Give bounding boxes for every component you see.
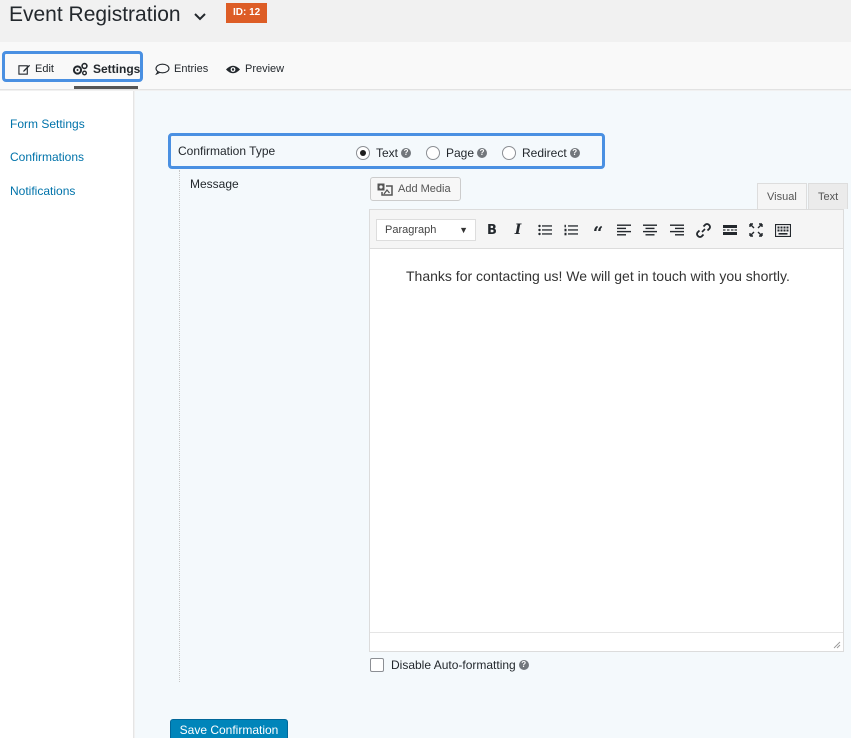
radio-text[interactable]: Text ?	[356, 146, 412, 160]
message-editor[interactable]: Paragraph ▼ B I “ Thanks for contacting …	[369, 209, 844, 652]
bold-icon[interactable]: B	[482, 220, 502, 240]
blockquote-icon[interactable]: “	[588, 220, 608, 244]
disable-autoformat-checkbox[interactable]	[370, 658, 384, 672]
eye-icon	[226, 65, 240, 73]
settings-sidebar: Form Settings Confirmations Notification…	[0, 91, 134, 738]
read-more-icon[interactable]	[720, 220, 740, 240]
media-icon	[377, 183, 393, 196]
add-media-label: Add Media	[398, 183, 451, 195]
radio-redirect-label: Redirect	[522, 146, 567, 160]
comment-icon	[155, 63, 170, 75]
radio-text-label: Text	[376, 146, 399, 160]
sidebar-item-form-settings[interactable]: Form Settings	[10, 117, 85, 131]
message-content[interactable]: Thanks for contacting us! We will get in…	[406, 265, 796, 288]
format-select-value: Paragraph	[385, 224, 437, 236]
tab-text[interactable]: Text	[808, 183, 849, 209]
editor-status-bar	[370, 632, 843, 651]
disable-autoformat-row: Disable Auto-formatting ?	[370, 658, 529, 672]
help-icon[interactable]: ?	[518, 660, 529, 670]
align-left-icon[interactable]	[614, 220, 634, 240]
add-media-button[interactable]: Add Media	[370, 177, 461, 201]
numbered-list-icon[interactable]	[561, 220, 581, 240]
radio-redirect-control[interactable]	[502, 146, 516, 160]
confirmations-highlight	[2, 51, 143, 82]
link-icon[interactable]	[693, 220, 713, 240]
caret-down-icon: ▼	[459, 225, 468, 235]
tab-entries-label: Entries	[174, 63, 209, 75]
help-icon[interactable]: ?	[477, 148, 488, 158]
tab-preview[interactable]: Preview	[225, 59, 284, 79]
save-confirmation-button[interactable]: Save Confirmation	[170, 719, 288, 738]
align-center-icon[interactable]	[640, 220, 660, 240]
bullet-list-icon[interactable]	[535, 220, 555, 240]
sidebar-item-confirmations[interactable]: Confirmations	[10, 150, 84, 164]
radio-page-label: Page	[446, 146, 475, 160]
form-title: Event Registration	[9, 3, 181, 26]
radio-text-control[interactable]	[356, 146, 370, 160]
help-icon[interactable]: ?	[401, 148, 412, 158]
disable-autoformat-label: Disable Auto-formatting	[391, 658, 516, 672]
field-divider	[179, 170, 180, 682]
form-id-badge: ID: 12	[226, 3, 268, 23]
help-icon[interactable]: ?	[569, 148, 580, 158]
page: Event Registration ID: 12 Edit Settings	[0, 0, 851, 738]
radio-page[interactable]: Page ?	[426, 146, 488, 160]
radio-redirect[interactable]: Redirect ?	[502, 146, 580, 160]
format-select[interactable]: Paragraph ▼	[376, 219, 476, 241]
tab-entries[interactable]: Entries	[155, 59, 208, 79]
chevron-down-icon[interactable]	[192, 8, 208, 24]
fullscreen-icon[interactable]	[746, 220, 766, 240]
active-tab-indicator	[74, 86, 138, 89]
editor-toolbar: Paragraph ▼ B I “	[370, 210, 843, 249]
tab-visual[interactable]: Visual	[757, 183, 807, 209]
radio-page-control[interactable]	[426, 146, 440, 160]
tab-preview-label: Preview	[245, 63, 285, 75]
align-right-icon[interactable]	[667, 220, 687, 240]
confirmation-type-label: Confirmation Type	[178, 144, 276, 158]
sidebar-item-notifications[interactable]: Notifications	[10, 184, 75, 198]
title-bar: Event Registration ID: 12	[0, 0, 851, 42]
message-label: Message	[190, 177, 239, 191]
toolbar-toggle-icon[interactable]	[773, 220, 793, 240]
resize-handle-icon[interactable]	[832, 640, 841, 649]
italic-icon[interactable]: I	[508, 220, 528, 240]
